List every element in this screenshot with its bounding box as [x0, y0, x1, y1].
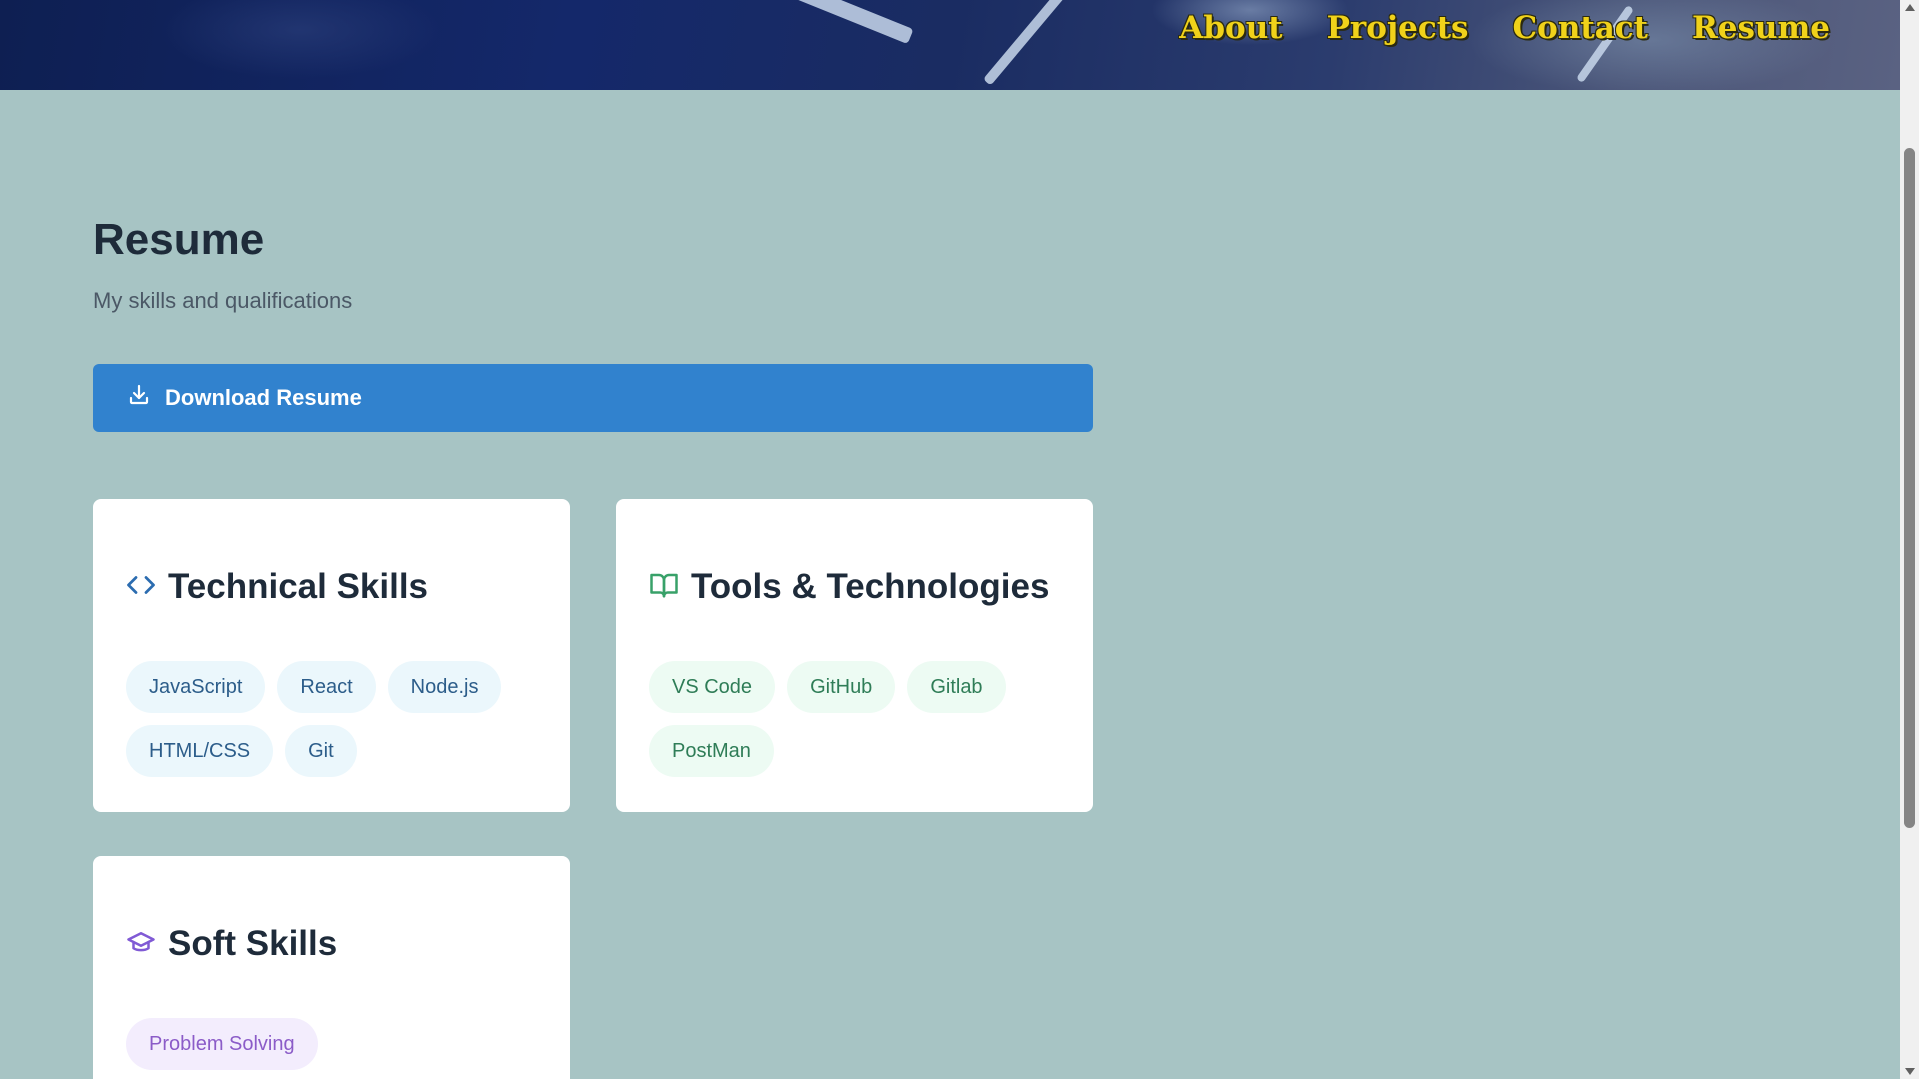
- nav-link-contact[interactable]: Contact: [1512, 10, 1648, 46]
- skill-tag: HTML/CSS: [126, 725, 274, 777]
- soft-skills-tags: Problem Solving: [126, 1018, 537, 1070]
- soft-skills-title: Soft Skills: [168, 924, 338, 963]
- skill-tag: Git: [285, 725, 357, 777]
- page-subtitle: My skills and qualifications: [93, 288, 353, 313]
- main-nav: About Projects Contact Resume: [1179, 10, 1830, 46]
- page-title: Resume: [93, 215, 265, 264]
- nav-link-about[interactable]: About: [1179, 10, 1282, 46]
- tools-technologies-card: Tools & Technologies VS Code GitHub Gitl…: [616, 499, 1093, 812]
- download-resume-label: Download Resume: [165, 385, 362, 410]
- soft-skills-card: Soft Skills Problem Solving: [93, 856, 570, 1079]
- technical-skills-card: Technical Skills JavaScript React Node.j…: [93, 499, 570, 812]
- nav-link-projects[interactable]: Projects: [1327, 10, 1469, 46]
- graduation-cap-icon: [126, 927, 156, 962]
- tool-tag: VS Code: [649, 661, 776, 713]
- tool-tag: Gitlab: [907, 661, 1006, 713]
- banner-decoration: [666, 0, 914, 45]
- scroll-up-arrow-icon[interactable]: [1905, 4, 1915, 11]
- tool-tag: GitHub: [787, 661, 896, 713]
- code-icon: [126, 570, 156, 605]
- scroll-down-arrow-icon[interactable]: [1905, 1068, 1915, 1075]
- book-open-icon: [649, 570, 679, 605]
- tools-technologies-title: Tools & Technologies: [691, 567, 1050, 606]
- technical-skills-title: Technical Skills: [168, 567, 429, 606]
- soft-skill-tag: Problem Solving: [126, 1018, 318, 1070]
- skill-tag: Node.js: [387, 661, 502, 713]
- download-icon: [127, 383, 151, 413]
- download-resume-button[interactable]: Download Resume: [93, 364, 1093, 432]
- page-scrollbar[interactable]: [1900, 0, 1919, 1079]
- tools-technologies-tags: VS Code GitHub Gitlab PostMan: [649, 661, 1060, 777]
- tool-tag: PostMan: [649, 725, 774, 777]
- skill-tag: React: [277, 661, 376, 713]
- header-banner: About Projects Contact Resume: [0, 0, 1900, 90]
- skill-tag: JavaScript: [126, 661, 266, 713]
- nav-link-resume[interactable]: Resume: [1692, 10, 1830, 46]
- technical-skills-tags: JavaScript React Node.js HTML/CSS Git: [126, 661, 537, 777]
- banner-decoration: [982, 0, 1088, 86]
- scrollbar-thumb[interactable]: [1904, 148, 1915, 828]
